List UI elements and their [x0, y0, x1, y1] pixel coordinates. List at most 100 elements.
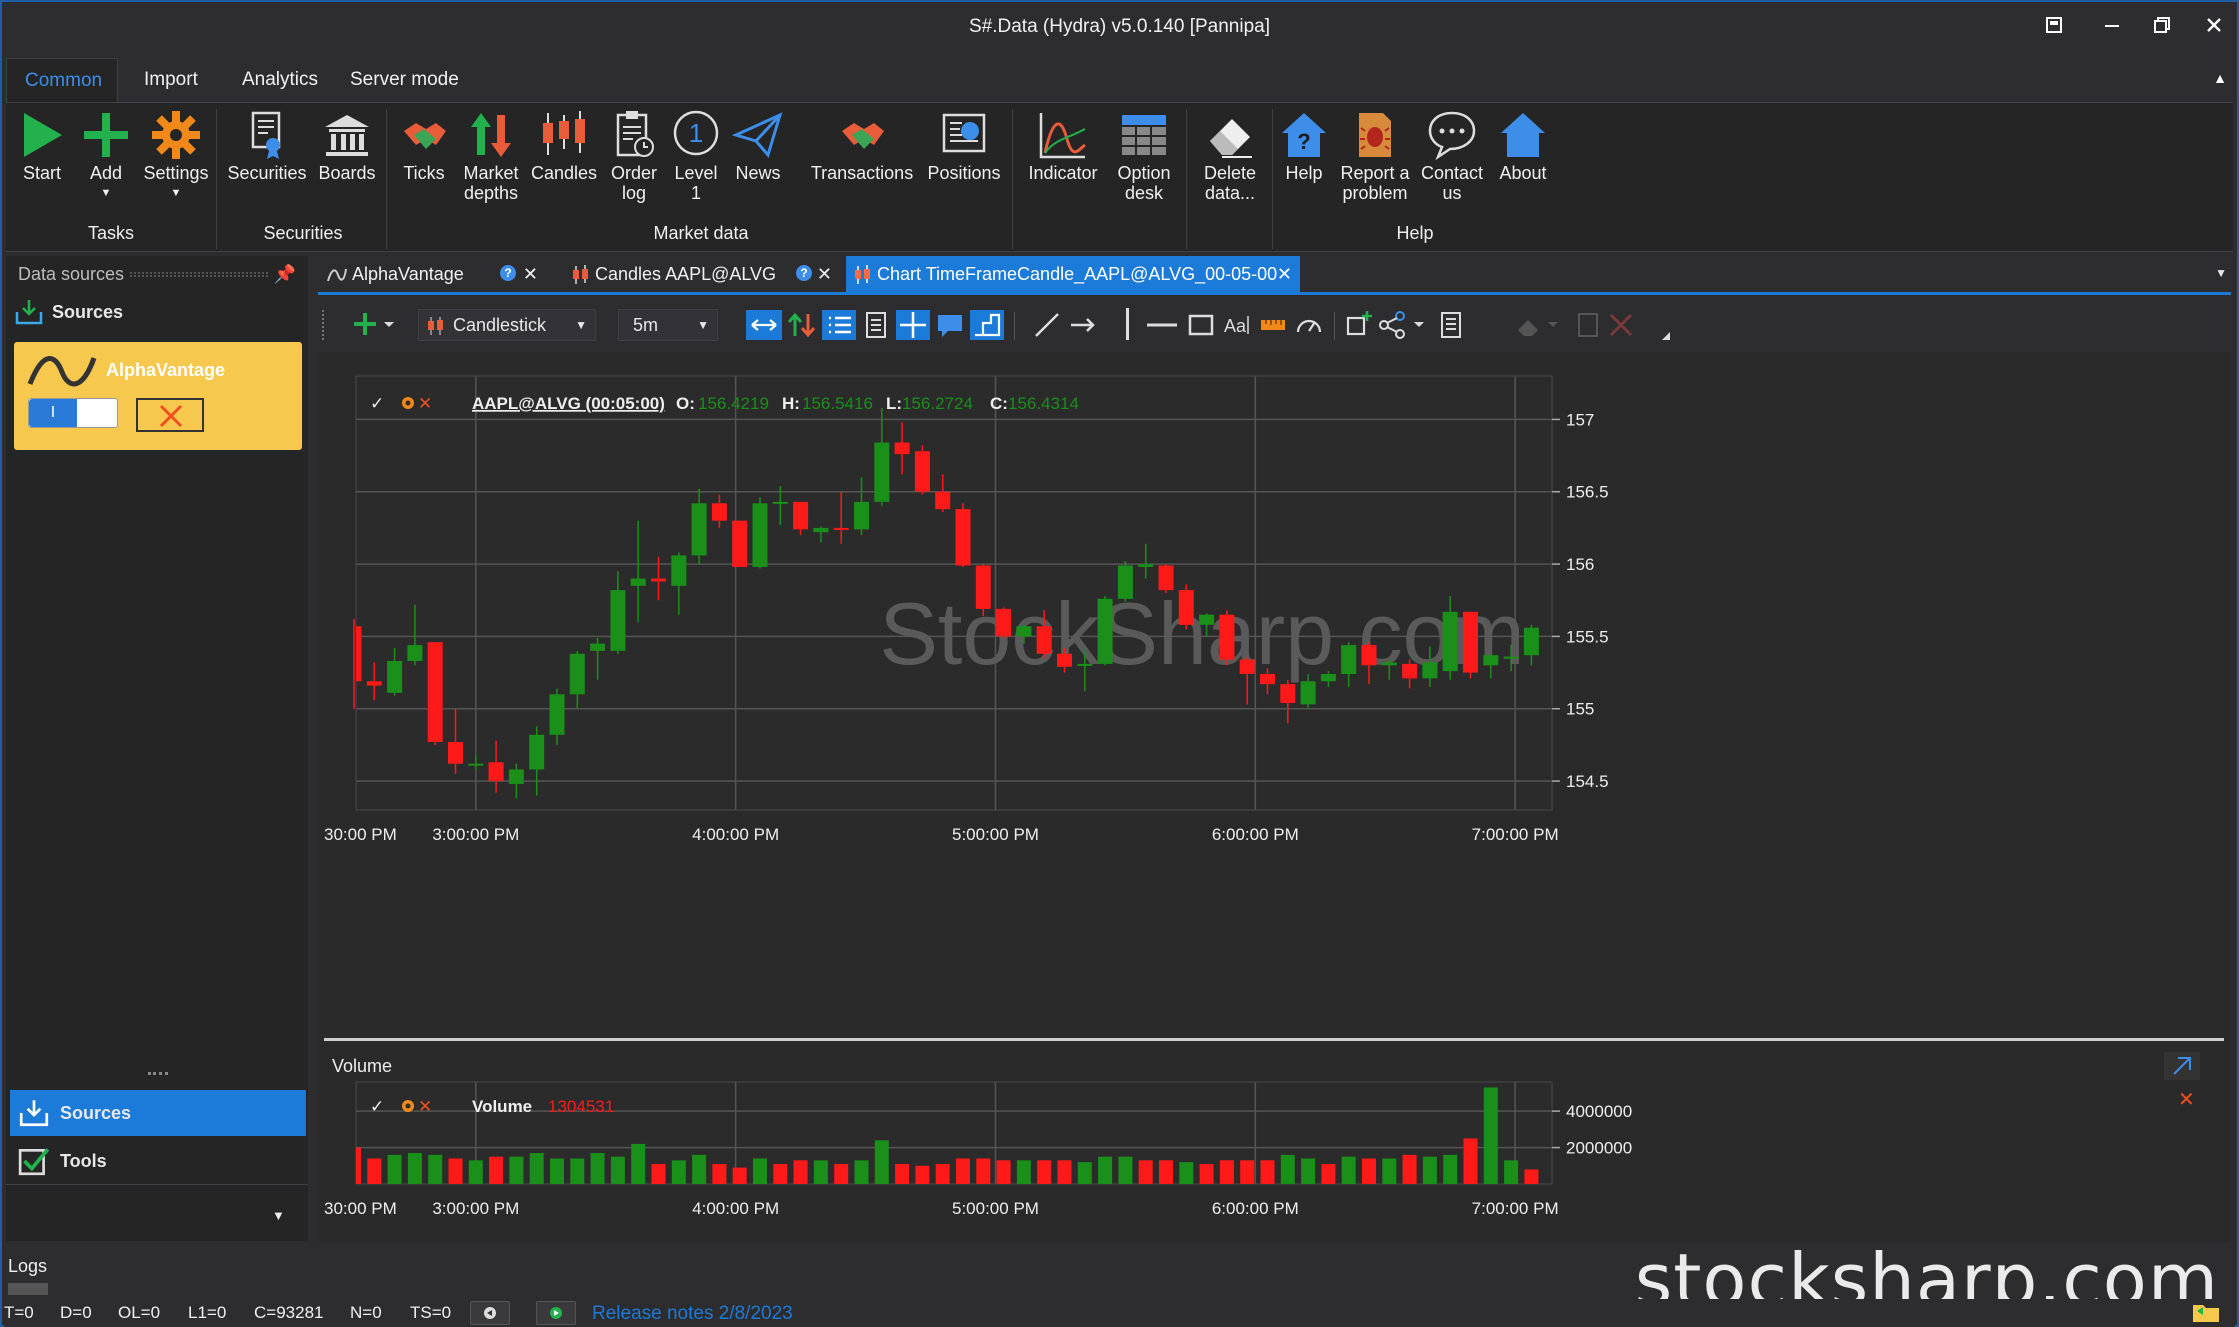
volume-bar [651, 1163, 666, 1184]
autoscroll-icon[interactable] [746, 310, 782, 340]
chart-type-dropdown[interactable]: Candlestick ▼ [418, 309, 596, 341]
arrow-right-icon[interactable] [1068, 310, 1098, 340]
order-log-button[interactable]: Order log [604, 109, 664, 203]
buy-sell-arrows-icon[interactable] [786, 310, 818, 340]
nav-tools[interactable]: Tools [10, 1138, 306, 1184]
candle-body [1381, 662, 1397, 666]
folder-icon[interactable] [2191, 1299, 2221, 1325]
delete-source-button[interactable] [136, 398, 204, 432]
level1-button[interactable]: 1 Level 1 [668, 109, 724, 203]
share-icon[interactable] [1378, 310, 1428, 340]
bank-icon [325, 115, 369, 156]
settings-button[interactable]: Settings ▼ [138, 109, 214, 203]
text-annotation-icon[interactable]: Aa [1222, 310, 1252, 340]
ticks-button[interactable]: Ticks [394, 109, 454, 183]
add-button[interactable]: Add ▼ [78, 109, 134, 203]
report-problem-button[interactable]: Report a problem [1336, 109, 1414, 203]
stop-button[interactable] [470, 1301, 510, 1325]
add-element-icon[interactable] [348, 310, 398, 340]
volume-legend-value: 1304531 [548, 1097, 614, 1116]
close-icon[interactable] [2196, 12, 2232, 44]
volume-bar [1382, 1158, 1397, 1184]
clear-document-icon[interactable] [1574, 310, 1602, 340]
candles-button[interactable]: Candles [528, 109, 600, 183]
horizontal-line-icon[interactable] [1144, 310, 1180, 340]
doc-tab-chart[interactable]: Chart TimeFrameCandle_AAPL@ALVG_00-05-00… [846, 256, 1300, 292]
legend-list-icon[interactable] [822, 310, 856, 340]
add-pane-icon[interactable] [1344, 310, 1374, 340]
doc-tab-candles[interactable]: Candles AAPL@ALVG ? ✕ [564, 256, 840, 292]
indicator-label: Indicator [1028, 163, 1098, 183]
eraser-disabled-icon[interactable] [1514, 310, 1564, 340]
boards-button[interactable]: Boards [312, 109, 382, 183]
line-draw-icon[interactable] [1032, 310, 1062, 340]
logs-collapsed-bar[interactable] [8, 1283, 48, 1295]
securities-button[interactable]: Securities [226, 109, 308, 183]
market-depths-button[interactable]: Market depths [458, 109, 524, 203]
collapse-ribbon-icon[interactable]: ▲ [2213, 70, 2227, 86]
tab-common[interactable]: Common [6, 58, 118, 102]
remove-series-icon[interactable]: ✕ [418, 394, 432, 413]
tooltip-bubble-icon[interactable] [934, 310, 966, 340]
document-icon[interactable] [860, 310, 892, 340]
volume-bar [550, 1158, 564, 1184]
svg-text:1: 1 [689, 118, 703, 148]
close-tab-icon[interactable]: ✕ [1277, 256, 1292, 292]
help-icon[interactable]: ? [500, 265, 516, 281]
delete-data-button[interactable]: Delete data... [1192, 109, 1268, 203]
legend-check-icon[interactable]: ✓ [370, 1097, 384, 1116]
nav-sources[interactable]: Sources [10, 1090, 306, 1136]
positions-button[interactable]: Positions [920, 109, 1008, 183]
remove-series-icon[interactable]: ✕ [418, 1097, 432, 1116]
toolbar-overflow-icon[interactable] [1662, 332, 1670, 340]
start-status-button[interactable] [536, 1301, 576, 1325]
help-button[interactable]: ? Help [1276, 109, 1332, 183]
maximize-icon[interactable] [2144, 12, 2180, 44]
candlestick-chart[interactable]: StockSharp.com 157156.5156155.5155154.5 … [318, 352, 2230, 1242]
chevron-down-icon[interactable]: ▼ [272, 1208, 285, 1223]
properties-icon[interactable] [1436, 310, 1466, 340]
transactions-button[interactable]: Transactions [806, 109, 918, 183]
timeframe-dropdown[interactable]: 5m ▼ [618, 309, 718, 341]
source-enable-toggle[interactable]: I [28, 398, 118, 428]
news-button[interactable]: News [728, 109, 788, 183]
ruler-measure-icon[interactable] [970, 310, 1004, 340]
tab-analytics[interactable]: Analytics [224, 58, 336, 102]
gear-icon[interactable] [402, 397, 414, 409]
delete-icon[interactable] [1606, 310, 1636, 340]
tab-server-mode[interactable]: Server mode [332, 58, 477, 102]
crosshair-icon[interactable] [896, 310, 930, 340]
logs-label[interactable]: Logs [8, 1256, 47, 1277]
close-tab-icon[interactable]: ✕ [817, 256, 832, 292]
candle-body [1300, 681, 1316, 705]
help-icon[interactable]: ? [796, 265, 812, 281]
source-card-alphavantage[interactable]: AlphaVantage I [14, 342, 302, 450]
gauge-icon[interactable] [1294, 310, 1324, 340]
about-button[interactable]: About [1492, 109, 1554, 183]
pin-icon[interactable]: 📌 [274, 256, 296, 292]
legend-check-icon[interactable]: ✓ [370, 394, 384, 413]
tab-overflow-icon[interactable]: ▼ [2215, 266, 2227, 280]
vertical-line-icon[interactable] [1126, 308, 1129, 340]
option-desk-button[interactable]: Option desk [1106, 109, 1182, 203]
doc-tab-alphavantage[interactable]: AlphaVantage ? ✕ [318, 256, 546, 292]
splitter-grip[interactable] [148, 1072, 168, 1075]
minimize-icon[interactable] [2094, 12, 2130, 44]
gear-icon[interactable] [402, 1100, 414, 1112]
contact-us-button[interactable]: Contact us [1416, 109, 1488, 203]
close-pane-icon[interactable]: ✕ [2178, 1089, 2195, 1111]
close-tab-icon[interactable]: ✕ [523, 256, 538, 292]
transactions-label: Transactions [810, 163, 914, 183]
restore-layout-icon[interactable] [2036, 12, 2072, 44]
release-notes-link[interactable]: Release notes 2/8/2023 [592, 1303, 793, 1325]
tab-import[interactable]: Import [126, 58, 216, 102]
x-tick-label: 7:00:00 PM [1472, 825, 1559, 844]
candles-icon [855, 265, 870, 285]
ruler-icon[interactable] [1258, 310, 1288, 340]
start-button[interactable]: Start [14, 109, 70, 183]
indicator-button[interactable]: Indicator [1022, 109, 1104, 183]
news-label: News [735, 163, 781, 183]
pane-splitter[interactable] [324, 1038, 2224, 1041]
rectangle-icon[interactable] [1186, 310, 1216, 340]
pin-icon[interactable] [2164, 1052, 2200, 1080]
